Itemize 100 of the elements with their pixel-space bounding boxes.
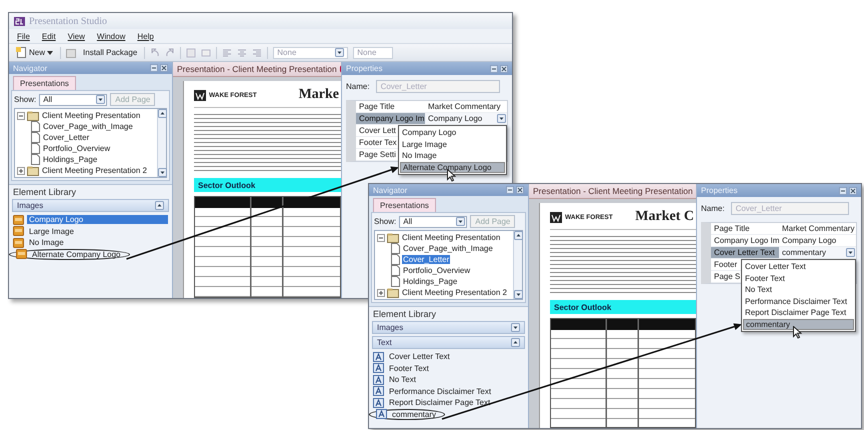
dropdown-caret-icon[interactable] bbox=[511, 323, 520, 332]
collapse-caret-icon[interactable] bbox=[158, 109, 166, 118]
show-label: Show: bbox=[374, 217, 396, 226]
menu-item[interactable]: Window bbox=[96, 32, 126, 40]
pin-icon[interactable] bbox=[490, 64, 498, 72]
dropdown-option[interactable]: Performance Disclaimer Text bbox=[743, 296, 854, 307]
tree-item[interactable]: Client Meeting Presentation bbox=[401, 233, 502, 242]
show-dropdown[interactable]: All bbox=[39, 94, 108, 106]
property-name[interactable]: Cover Letter Text bbox=[711, 247, 779, 258]
library-item-row[interactable]: No Text bbox=[373, 374, 524, 386]
section-heading: Sector Outlook bbox=[550, 300, 696, 314]
library-item-row[interactable]: Large Image bbox=[13, 226, 168, 237]
image-element-icon bbox=[13, 226, 24, 236]
pin-icon[interactable] bbox=[839, 186, 847, 194]
expand-icon[interactable] bbox=[377, 288, 385, 296]
library-section-header[interactable]: Images bbox=[372, 321, 525, 334]
property-value[interactable]: Company Logo bbox=[779, 235, 856, 246]
property-name[interactable]: Company Logo Im bbox=[711, 235, 779, 246]
library-item[interactable]: Cover Letter Text bbox=[387, 352, 452, 362]
library-item[interactable]: Footer Text bbox=[387, 364, 431, 373]
tree-item[interactable]: Cover_Letter bbox=[402, 255, 450, 264]
library-item-row[interactable]: Footer Text bbox=[373, 362, 524, 374]
presentations-tab[interactable]: Presentations bbox=[373, 198, 436, 212]
panel-title: Properties bbox=[346, 64, 384, 73]
menu-item[interactable]: Edit bbox=[42, 32, 56, 40]
property-value[interactable]: Market Commentary bbox=[779, 223, 856, 234]
expand-icon[interactable] bbox=[17, 166, 25, 174]
install-package-button[interactable]: Install Package bbox=[81, 48, 140, 57]
library-section-header[interactable]: Text bbox=[372, 336, 525, 349]
dropdown-option[interactable]: Report Disclaimer Page Text bbox=[743, 307, 854, 318]
collapse-icon[interactable] bbox=[377, 234, 385, 242]
collapse-caret-icon[interactable] bbox=[511, 338, 520, 347]
property-value[interactable]: commentary bbox=[779, 247, 856, 258]
library-item[interactable]: Performance Disclaimer Text bbox=[387, 386, 494, 396]
collapse-icon[interactable] bbox=[17, 112, 25, 120]
scrollbar[interactable] bbox=[157, 109, 166, 177]
library-item[interactable]: Alternate Company Logo bbox=[30, 250, 122, 259]
library-item[interactable]: Large Image bbox=[27, 226, 76, 236]
menu-item[interactable]: View bbox=[68, 32, 85, 40]
property-name[interactable]: Page Title bbox=[711, 223, 779, 234]
library-section-header[interactable]: Images bbox=[12, 199, 169, 212]
tree-item[interactable]: Portfolio_Overview bbox=[42, 144, 112, 153]
dropdown-option[interactable]: No Image bbox=[400, 150, 505, 162]
property-value[interactable]: Company Logo bbox=[425, 113, 507, 124]
show-dropdown[interactable]: All bbox=[399, 216, 468, 228]
library-item[interactable]: No Text bbox=[387, 375, 418, 384]
text-element-icon bbox=[376, 409, 387, 420]
dropdown-caret-icon[interactable] bbox=[335, 48, 344, 57]
library-item[interactable]: Company Logo bbox=[27, 215, 168, 224]
property-name[interactable]: Company Logo Im bbox=[356, 113, 425, 124]
tree-item[interactable]: Cover_Page_with_Image bbox=[42, 122, 134, 131]
name-label: Name: bbox=[346, 82, 370, 91]
dropdown-caret-icon[interactable] bbox=[497, 114, 506, 123]
pin-icon[interactable] bbox=[150, 64, 158, 72]
tree-item[interactable]: Client Meeting Presentation 2 bbox=[41, 166, 148, 175]
tree-item[interactable]: Holdings_Page bbox=[402, 277, 458, 286]
collapse-caret-icon[interactable] bbox=[155, 201, 164, 210]
tree-item[interactable]: Cover_Page_with_Image bbox=[402, 244, 494, 253]
collapse-caret-icon[interactable] bbox=[514, 231, 522, 240]
menu-item[interactable]: File bbox=[17, 32, 30, 40]
dropdown-option[interactable]: Cover Letter Text bbox=[743, 261, 854, 272]
folder-icon bbox=[387, 232, 399, 242]
dropdown-option[interactable]: commentary bbox=[743, 318, 854, 330]
document-tab[interactable]: Presentation - Client Meeting Presentation bbox=[173, 62, 341, 77]
property-name[interactable]: Page Title bbox=[356, 101, 425, 112]
close-icon[interactable] bbox=[160, 64, 168, 72]
document-heading: Market C bbox=[635, 209, 695, 225]
library-item-row[interactable]: Company Logo bbox=[13, 214, 168, 226]
dropdown-option[interactable]: No Text bbox=[743, 284, 854, 296]
library-item-row[interactable]: Cover Letter Text bbox=[373, 351, 524, 362]
scrollbar[interactable] bbox=[513, 231, 522, 299]
dropdown-caret-icon[interactable] bbox=[456, 217, 466, 226]
property-value[interactable]: Market Commentary bbox=[425, 101, 507, 112]
close-icon[interactable] bbox=[849, 186, 857, 194]
tree-item[interactable]: Holdings_Page bbox=[42, 155, 98, 164]
show-label: Show: bbox=[14, 95, 36, 104]
document-tab[interactable]: Presentation - Client Meeting Presentation bbox=[529, 184, 696, 199]
tree-item[interactable]: Client Meeting Presentation 2 bbox=[401, 288, 508, 297]
text-element-icon bbox=[373, 398, 384, 408]
dropdown-caret-icon[interactable] bbox=[158, 168, 166, 177]
close-icon[interactable] bbox=[500, 64, 508, 72]
tree-item[interactable]: Client Meeting Presentation bbox=[41, 111, 142, 120]
dropdown-caret-icon[interactable] bbox=[96, 95, 106, 104]
dropdown-caret-icon[interactable] bbox=[514, 290, 522, 299]
library-item-row[interactable]: Performance Disclaimer Text bbox=[373, 386, 524, 397]
presentations-tab[interactable]: Presentations bbox=[13, 76, 76, 90]
tree-item[interactable]: Portfolio_Overview bbox=[402, 266, 472, 275]
close-icon[interactable] bbox=[516, 186, 524, 194]
dropdown-caret-icon[interactable] bbox=[846, 248, 855, 257]
menu-item[interactable]: Help bbox=[137, 32, 154, 40]
pin-icon[interactable] bbox=[506, 186, 514, 194]
library-item[interactable]: No Image bbox=[27, 238, 66, 248]
dropdown-option[interactable]: Large Image bbox=[400, 138, 505, 150]
tree-item[interactable]: Cover_Letter bbox=[42, 133, 90, 142]
library-item[interactable]: commentary bbox=[390, 410, 438, 419]
dropdown-option[interactable]: Footer Text bbox=[743, 272, 854, 284]
new-button[interactable]: New bbox=[14, 47, 56, 58]
dropdown-option[interactable]: Company Logo bbox=[400, 127, 505, 138]
library-item-row[interactable]: No Image bbox=[13, 237, 168, 248]
dropdown-option[interactable]: Alternate Company Logo bbox=[400, 162, 505, 173]
